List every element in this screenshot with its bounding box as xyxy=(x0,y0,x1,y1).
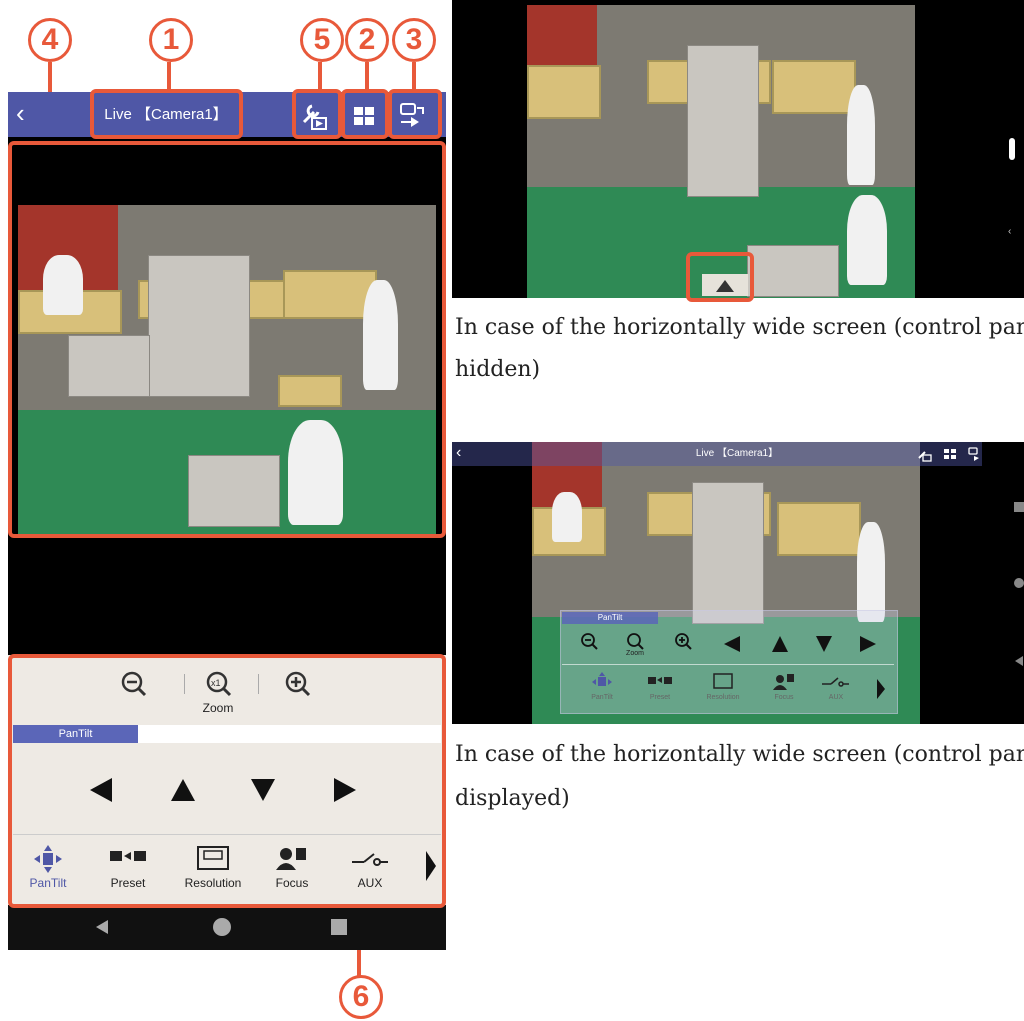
zoom-reset-button[interactable] xyxy=(626,632,644,650)
back-arrow-icon[interactable]: ‹ xyxy=(456,443,470,463)
arrow-right-icon xyxy=(860,636,876,652)
system-recents-button[interactable] xyxy=(331,919,347,935)
system-home-button[interactable] xyxy=(213,918,231,936)
multi-screen-button[interactable] xyxy=(942,446,958,462)
tilt-up-button[interactable] xyxy=(770,634,790,654)
machine-unit xyxy=(687,45,759,197)
nav-divider xyxy=(562,664,894,665)
nav-scroll-right-button[interactable] xyxy=(876,678,886,700)
nav-item-resolution[interactable]: Resolution xyxy=(700,672,746,706)
system-nav-pill xyxy=(1009,138,1015,160)
focus-icon xyxy=(773,674,794,690)
callout-3: 3 xyxy=(392,18,436,62)
camera-switch-icon xyxy=(968,447,979,461)
nav-label-resolution: Resolution xyxy=(706,694,740,701)
leader-line-3 xyxy=(412,62,416,90)
zoom-label: Zoom xyxy=(626,650,644,657)
system-back-button[interactable] xyxy=(93,918,111,936)
zoom-reset-icon xyxy=(627,633,644,650)
preset-icon xyxy=(648,677,672,684)
landscape-displayed-screen: ‹ Live 【Camera1】 PanTilt Zoom PanTilt Pr… xyxy=(452,442,1024,724)
nav-item-focus[interactable]: Focus xyxy=(766,672,802,706)
resolution-icon xyxy=(713,673,733,689)
leader-line-1 xyxy=(167,62,171,90)
worker-left xyxy=(552,492,582,542)
system-back-button[interactable] xyxy=(1014,654,1024,666)
tab-pantilt[interactable]: PanTilt xyxy=(562,612,658,624)
pantilt-icon xyxy=(592,672,612,686)
conveyor-left xyxy=(527,65,601,119)
highlight-settings xyxy=(292,89,342,139)
pan-right-button[interactable] xyxy=(858,634,878,654)
callout-6: 6 xyxy=(339,975,383,1019)
caption-displayed-line2: displayed) xyxy=(455,786,570,811)
conveyor-right xyxy=(772,60,856,114)
caption-hidden-line2: hidden) xyxy=(455,357,541,382)
highlight-title xyxy=(90,89,243,139)
arrow-down-icon xyxy=(816,636,832,652)
highlight-multiscreen xyxy=(341,89,389,139)
system-back-icon[interactable]: ‹ xyxy=(1008,226,1018,238)
nav-item-pantilt[interactable]: PanTilt xyxy=(584,672,620,706)
highlight-image-area xyxy=(8,141,446,538)
overlay-live-title: Live 【Camera1】 xyxy=(695,448,779,459)
nav-label-pantilt: PanTilt xyxy=(591,694,613,701)
chevron-right-icon xyxy=(877,679,885,699)
system-recents-button[interactable] xyxy=(1014,502,1024,512)
highlight-camera-switch xyxy=(388,89,442,139)
highlight-control-panel xyxy=(8,654,446,908)
caption-displayed-line1: In case of the horizontally wide screen … xyxy=(455,742,1024,767)
callout-4: 4 xyxy=(28,18,72,62)
nav-label-focus: Focus xyxy=(774,694,794,701)
machine-unit xyxy=(692,482,764,624)
pan-left-button[interactable] xyxy=(722,634,742,654)
tilt-down-button[interactable] xyxy=(814,634,834,654)
nav-item-aux[interactable]: AUX xyxy=(818,672,854,706)
zoom-in-icon xyxy=(675,633,692,650)
callout-1: 1 xyxy=(149,18,193,62)
leader-line-5 xyxy=(318,62,322,90)
system-home-button[interactable] xyxy=(1014,578,1024,588)
back-arrow-icon[interactable]: ‹ xyxy=(16,98,40,128)
nav-label-aux: AUX xyxy=(828,694,844,701)
worker-right xyxy=(847,85,875,185)
zoom-out-icon xyxy=(581,633,598,650)
nav-item-preset[interactable]: Preset xyxy=(642,672,678,706)
triangle-back-icon xyxy=(96,920,108,934)
settings-playback-button[interactable] xyxy=(916,446,932,462)
machine-front xyxy=(747,245,839,297)
caption-hidden-line1: In case of the horizontally wide screen … xyxy=(455,315,1024,340)
camera-switch-button[interactable] xyxy=(966,446,984,462)
zoom-in-button[interactable] xyxy=(674,632,692,650)
leader-line-2 xyxy=(365,62,369,90)
triangle-back-icon xyxy=(1015,656,1023,666)
callout-5: 5 xyxy=(300,18,344,62)
highlight-show-panel-button xyxy=(686,252,754,302)
worker-right xyxy=(857,522,885,622)
aux-icon xyxy=(822,677,849,687)
arrow-left-icon xyxy=(724,636,740,652)
arrow-up-icon xyxy=(772,636,788,652)
wrench-play-icon xyxy=(918,451,932,462)
conveyor-right xyxy=(777,502,861,556)
zoom-out-button[interactable] xyxy=(580,632,598,650)
worker-front xyxy=(847,195,887,285)
grid-icon xyxy=(944,449,956,459)
callout-2: 2 xyxy=(345,18,389,62)
nav-label-preset: Preset xyxy=(649,694,671,701)
